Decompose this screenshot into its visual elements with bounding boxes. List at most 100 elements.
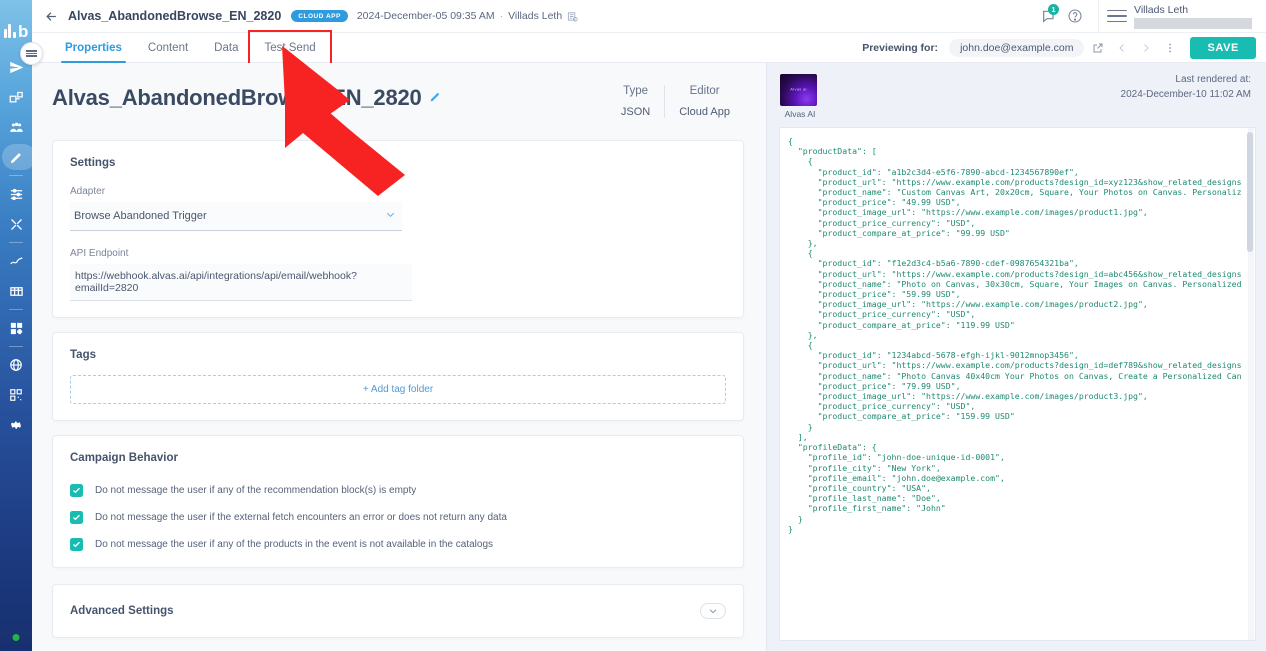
sidebar-item-journeys[interactable] (0, 82, 32, 112)
status-indicator-dot (12, 634, 20, 641)
last-rendered-value: 2024-December-10 11:02 AM (1120, 89, 1251, 100)
app-root: b Alvas_AbandonedBrowse_EN_2820 CLOUD AP… (0, 0, 1266, 651)
audience-icon (9, 120, 24, 135)
main-column: Alvas_AbandonedBrowse_EN_2820 CLOUD APP … (32, 0, 1266, 651)
next-page-icon[interactable] (1136, 42, 1156, 54)
sidebar-item-data[interactable] (0, 276, 32, 306)
last-rendered-label: Last rendered at: (1175, 74, 1251, 85)
tab-properties[interactable]: Properties (52, 33, 135, 63)
json-preview-box[interactable]: { "productData": [ { "product_id": "a1b2… (779, 127, 1256, 641)
account-name: Villads Leth (1134, 3, 1189, 16)
meta-type: Type JSON (607, 85, 664, 118)
sidebar-item-analytics[interactable] (0, 246, 32, 276)
properties-pane: Alvas_AbandonedBrowse_EN_2820 Type JSON … (32, 63, 766, 651)
adapter-label: Adapter (70, 186, 106, 197)
meta-separator: · (499, 10, 504, 22)
json-scrollbar-track[interactable] (1247, 128, 1254, 640)
brand-logo-icon[interactable]: b (3, 18, 29, 40)
settings-card: Settings Adapter Browse Abandoned Trigge… (52, 140, 744, 318)
checkbox-checked-icon[interactable] (70, 484, 83, 497)
sidebar-item-settings[interactable] (0, 179, 32, 209)
type-value: JSON (620, 106, 651, 118)
edit-title-icon[interactable] (429, 90, 442, 108)
meta-editor: Editor Cloud App (664, 85, 744, 118)
sidebar-collapse-toggle[interactable] (20, 42, 43, 65)
sliders-icon (9, 187, 24, 202)
sidebar-item-admin[interactable] (0, 410, 32, 440)
tags-card: Tags + Add tag folder (52, 332, 744, 421)
preview-header: Alvas AI Last rendered at: 2024-December… (767, 63, 1266, 127)
tab-data[interactable]: Data (201, 33, 251, 62)
expand-advanced-settings-button[interactable] (700, 603, 726, 619)
brand-thumbnail-image (780, 74, 817, 106)
tab-content[interactable]: Content (135, 33, 201, 62)
type-label: Type (623, 85, 649, 97)
page-meta: Type JSON Editor Cloud App (607, 85, 744, 118)
sidebar-item-audiences[interactable] (0, 112, 32, 142)
notifications-button[interactable]: 1 (1036, 3, 1062, 29)
data-table-icon (9, 284, 24, 299)
document-title: Alvas_AbandonedBrowse_EN_2820 (68, 9, 282, 23)
document-author: Villads Leth (508, 10, 563, 22)
globe-icon (9, 358, 23, 372)
analytics-icon (9, 254, 24, 269)
notification-count-badge: 1 (1048, 4, 1059, 15)
api-endpoint-input[interactable]: https://webhook.alvas.ai/api/integration… (70, 264, 412, 301)
previewing-email-chip[interactable]: john.doe@example.com (949, 38, 1085, 57)
tab-bar: Properties Content Data Test Send Previe… (32, 30, 1266, 65)
experiments-icon (9, 217, 24, 232)
advanced-settings-card[interactable]: Advanced Settings (52, 584, 744, 638)
app-menu-button[interactable] (1107, 8, 1127, 25)
previewing-for-label: Previewing for: (862, 41, 939, 54)
checkbox-checked-icon[interactable] (70, 538, 83, 551)
adapter-value: Browse Abandoned Trigger (74, 210, 207, 222)
topbar-divider (1098, 0, 1099, 33)
checkbox-row[interactable]: Do not message the user if any of the re… (70, 484, 726, 497)
sidebar-divider (9, 309, 23, 310)
sidebar-item-experiments[interactable] (0, 209, 32, 239)
tab-test-send[interactable]: Test Send (248, 30, 332, 65)
qr-code-icon (9, 388, 23, 402)
checkbox-checked-icon[interactable] (70, 511, 83, 524)
checkbox-row[interactable]: Do not message the user if any of the pr… (70, 538, 726, 551)
save-button[interactable]: SAVE (1190, 36, 1256, 59)
sidebar-item-apps[interactable] (0, 313, 32, 343)
adapter-select[interactable]: Browse Abandoned Trigger (70, 202, 402, 231)
sidebar-divider (9, 175, 23, 176)
sidebar-item-content-editor[interactable] (0, 142, 36, 172)
tags-title: Tags (70, 349, 96, 361)
content-area: Alvas_AbandonedBrowse_EN_2820 Type JSON … (32, 63, 1266, 651)
account-placeholder-bar (1134, 17, 1252, 29)
history-icon[interactable] (567, 11, 578, 22)
journey-icon (9, 90, 24, 105)
open-external-icon[interactable] (1088, 42, 1108, 54)
json-preview-content: { "productData": [ { "product_id": "a1b2… (788, 136, 1242, 534)
account-block[interactable]: Villads Leth (1134, 4, 1252, 29)
previous-page-icon[interactable] (1112, 42, 1132, 54)
sidebar-divider (9, 242, 23, 243)
tab-bar-actions: Previewing for: john.doe@example.com SAV… (862, 33, 1266, 62)
checkbox-label: Do not message the user if any of the pr… (95, 539, 494, 550)
checkbox-row[interactable]: Do not message the user if the external … (70, 511, 726, 524)
preview-thumbnail-block[interactable]: Alvas AI (780, 74, 820, 119)
apps-icon (9, 321, 24, 336)
sidebar-nav: b (0, 0, 36, 651)
chevron-down-icon (385, 207, 396, 225)
sidebar-item-qr[interactable] (0, 380, 32, 410)
settings-title: Settings (70, 157, 116, 169)
brand-thumbnail-label: Alvas AI (784, 109, 816, 119)
add-tag-folder-button[interactable]: + Add tag folder (70, 375, 726, 404)
sidebar-item-web[interactable] (0, 350, 32, 380)
content-editor-icon (9, 150, 24, 165)
editor-value: Cloud App (679, 106, 730, 118)
last-rendered-block: Last rendered at: 2024-December-10 11:02… (1121, 74, 1251, 100)
send-icon (9, 60, 24, 75)
back-button[interactable] (44, 9, 66, 24)
cloud-app-badge: CLOUD APP (291, 9, 348, 23)
document-date: 2024-December-05 09:35 AM (356, 10, 495, 22)
gear-icon (9, 418, 23, 432)
checkbox-label: Do not message the user if any of the re… (95, 485, 417, 496)
more-options-icon[interactable] (1160, 42, 1180, 54)
json-scrollbar-thumb[interactable] (1247, 132, 1253, 252)
help-button[interactable] (1062, 3, 1088, 29)
